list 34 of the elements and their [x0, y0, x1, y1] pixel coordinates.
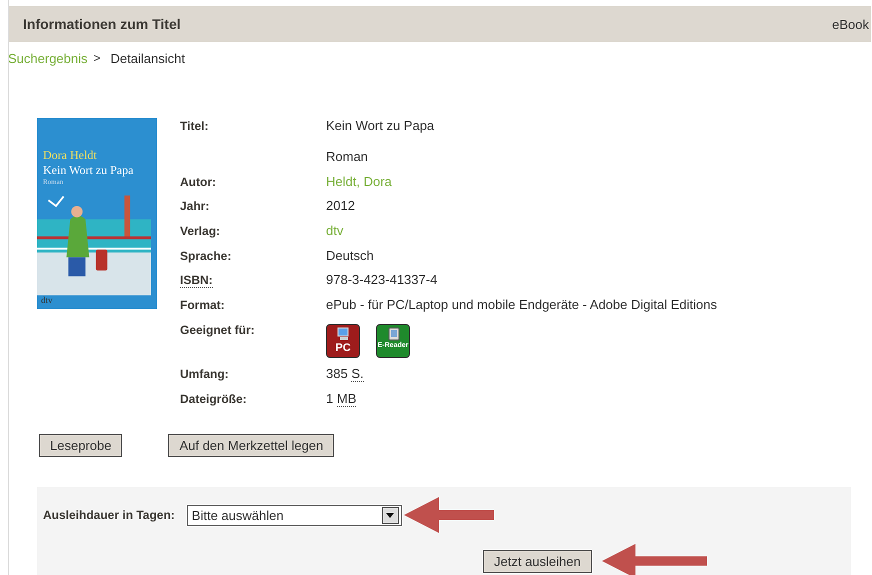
field-label: Autor: [180, 174, 216, 189]
cover-title: Kein Wort zu Papa [43, 163, 134, 178]
field-label: Geeignet für: [180, 322, 255, 337]
field-value: 2012 [326, 198, 355, 214]
section-title: Informationen zum Titel [23, 16, 181, 32]
field-value: ePub - für PC/Laptop und mobile Endgeräte - Adobe Digital Editions [326, 297, 717, 312]
field-label: Sprache: [180, 248, 232, 263]
field-label: Jahr: [180, 199, 210, 214]
field-label: Verlag: [180, 224, 220, 238]
breadcrumb-current: Detailansicht [110, 51, 185, 66]
field-label: Format: [180, 298, 225, 312]
cover-author: Dora Heldt [43, 148, 98, 163]
cover-publisher: dtv [41, 295, 53, 305]
loan-duration-label: Ausleihdauer in Tagen: [43, 508, 175, 522]
field-value: 385 [326, 366, 348, 381]
pc-device-icon: PC [326, 324, 360, 358]
breadcrumb-separator: > [94, 51, 101, 66]
field-label: Dateigröße: [180, 392, 247, 406]
field-value: Roman [326, 149, 368, 164]
caret-icon [386, 512, 394, 518]
unit-abbreviation: S. [351, 366, 364, 382]
field-label: Titel: [180, 119, 208, 133]
field-value: Deutsch [326, 248, 374, 263]
action-button[interactable]: Auf den Merkzettel legen [168, 434, 334, 458]
field-value: 1 [326, 390, 334, 406]
section-label: eBook [832, 16, 869, 32]
field-label: Umfang: [180, 366, 229, 381]
field-label: ISBN: [180, 273, 213, 288]
field-value: Kein Wort zu Papa [326, 118, 434, 133]
action-button[interactable]: Leseprobe [39, 434, 122, 458]
loan-duration-select[interactable]: Bitte auswählen [186, 504, 402, 526]
unit-abbreviation: MB [336, 390, 356, 406]
field-value: 978-3-423-41337-4 [326, 272, 438, 288]
borrow-button[interactable]: Jetzt ausleihen [483, 550, 592, 573]
